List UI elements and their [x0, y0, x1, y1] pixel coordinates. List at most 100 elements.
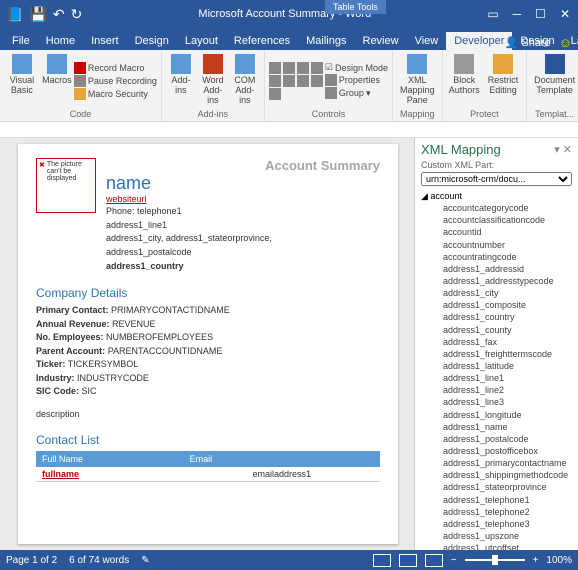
addins-button[interactable]: Add-ins: [166, 52, 196, 109]
block-authors-button[interactable]: Block Authors: [447, 52, 482, 109]
properties-button[interactable]: Properties: [325, 74, 388, 86]
title-bar: 📘 💾 ↶ ↻ Microsoft Account Summary - Word…: [0, 0, 578, 28]
xml-node[interactable]: address1_composite: [421, 299, 572, 311]
xml-node[interactable]: address1_name: [421, 421, 572, 433]
group-controls: Design Mode Properties Group ▾ Controls: [265, 50, 393, 121]
pane-close-icon[interactable]: ▾ ✕: [554, 143, 572, 156]
group-protect: Block Authors Restrict Editing Protect: [443, 50, 528, 121]
group-addins: Add-ins Word Add-ins COM Add-ins Add-ins: [162, 50, 265, 121]
undo-icon[interactable]: ↶: [53, 6, 65, 23]
xml-node[interactable]: address1_postalcode: [421, 433, 572, 445]
document-page: The picture can't be displayed Account S…: [18, 144, 398, 544]
xml-tree[interactable]: ◢ account accountcategorycodeaccountclas…: [421, 190, 572, 550]
xml-node[interactable]: accountratingcode: [421, 251, 572, 263]
xml-node[interactable]: address1_telephone2: [421, 506, 572, 518]
th-fullname: Full Name: [36, 451, 184, 467]
minimize-icon[interactable]: ─: [513, 7, 522, 21]
tab-design[interactable]: Design: [127, 32, 177, 50]
record-macro-button[interactable]: Record Macro: [74, 62, 157, 74]
xml-node[interactable]: accountnumber: [421, 239, 572, 251]
cell-email: emailaddress1: [184, 467, 380, 482]
ribbon: Visual Basic Macros Record Macro Pause R…: [0, 50, 578, 122]
zoom-slider[interactable]: [465, 559, 525, 561]
xml-node[interactable]: address1_county: [421, 324, 572, 336]
xml-node[interactable]: address1_line3: [421, 396, 572, 408]
xml-node[interactable]: address1_country: [421, 311, 572, 323]
xml-node[interactable]: address1_utcoffset: [421, 542, 572, 550]
broken-image-placeholder: The picture can't be displayed: [36, 158, 96, 213]
tab-file[interactable]: File: [4, 32, 38, 50]
tab-layout[interactable]: Layout: [177, 32, 226, 50]
restrict-editing-button[interactable]: Restrict Editing: [484, 52, 522, 109]
redo-icon[interactable]: ↻: [71, 6, 83, 23]
feedback-icon[interactable]: ☺: [559, 35, 572, 50]
xml-node[interactable]: address1_line1: [421, 372, 572, 384]
tab-view[interactable]: View: [407, 32, 447, 50]
field-name: name: [106, 173, 380, 194]
tab-developer[interactable]: Developer: [446, 32, 512, 50]
field-description: description: [36, 409, 380, 419]
view-print-icon[interactable]: [399, 554, 417, 567]
contact-table: Full NameEmail fullnameemailaddress1: [36, 451, 380, 482]
group-button[interactable]: Group ▾: [325, 87, 388, 99]
cell-fullname: fullname: [36, 467, 184, 482]
pane-title: XML Mapping: [421, 142, 501, 157]
tab-review[interactable]: Review: [355, 32, 407, 50]
xml-node[interactable]: accountid: [421, 226, 572, 238]
xml-node[interactable]: address1_upszone: [421, 530, 572, 542]
xml-node[interactable]: address1_line2: [421, 384, 572, 396]
view-read-icon[interactable]: [373, 554, 391, 567]
field-websiteurl: websiteurl: [106, 194, 380, 204]
xml-node[interactable]: address1_freighttermscode: [421, 348, 572, 360]
field-address-line2: address1_city, address1_stateorprovince,: [106, 233, 380, 245]
xml-node[interactable]: address1_postofficebox: [421, 445, 572, 457]
xml-node[interactable]: address1_primarycontactname: [421, 457, 572, 469]
word-addins-button[interactable]: Word Add-ins: [198, 52, 228, 109]
field-address-line1: address1_line1: [106, 220, 380, 232]
contextual-tab-label: Table Tools: [325, 0, 386, 14]
tab-home[interactable]: Home: [38, 32, 83, 50]
document-template-button[interactable]: Document Template: [531, 52, 578, 109]
share-button[interactable]: 👤 Share: [505, 36, 551, 49]
maximize-icon[interactable]: ☐: [535, 7, 546, 21]
xml-part-select[interactable]: urn:microsoft-crm/docu...: [421, 172, 572, 186]
heading-company-details: Company Details: [36, 286, 380, 300]
xml-node[interactable]: accountcategorycode: [421, 202, 572, 214]
xml-node[interactable]: address1_fax: [421, 336, 572, 348]
macros-button[interactable]: Macros: [42, 52, 72, 109]
word-icon: 📘: [6, 6, 23, 23]
tab-mailings[interactable]: Mailings: [298, 32, 354, 50]
xml-mapping-pane: XML Mapping▾ ✕ Custom XML Part: urn:micr…: [414, 138, 578, 550]
ribbon-options-icon[interactable]: ▭: [487, 7, 498, 21]
macro-security-button[interactable]: Macro Security: [74, 88, 157, 100]
table-row: fullnameemailaddress1: [36, 467, 380, 482]
xml-node[interactable]: address1_telephone1: [421, 494, 572, 506]
group-templates: Document Template Templat...: [527, 50, 578, 121]
tab-references[interactable]: References: [226, 32, 298, 50]
document-area[interactable]: The picture can't be displayed Account S…: [0, 138, 414, 550]
close-icon[interactable]: ✕: [560, 7, 570, 21]
xml-node[interactable]: address1_telephone3: [421, 518, 572, 530]
xml-node[interactable]: address1_longitude: [421, 409, 572, 421]
pause-recording-button[interactable]: Pause Recording: [74, 75, 157, 87]
xml-node[interactable]: address1_addressid: [421, 263, 572, 275]
heading-contact-list: Contact List: [36, 433, 380, 447]
xml-node[interactable]: address1_stateorprovince: [421, 481, 572, 493]
xml-node[interactable]: accountclassificationcode: [421, 214, 572, 226]
design-mode-button[interactable]: Design Mode: [325, 62, 388, 73]
visual-basic-button[interactable]: Visual Basic: [4, 52, 40, 109]
quick-access-toolbar: 📘 💾 ↶ ↻: [0, 6, 82, 23]
com-addins-button[interactable]: COM Add-ins: [230, 52, 260, 109]
group-code: Visual Basic Macros Record Macro Pause R…: [0, 50, 162, 121]
view-web-icon[interactable]: [425, 554, 443, 567]
xml-mapping-pane-button[interactable]: XML Mapping Pane: [397, 52, 438, 109]
xml-node[interactable]: address1_city: [421, 287, 572, 299]
tab-insert[interactable]: Insert: [83, 32, 127, 50]
save-icon[interactable]: 💾: [29, 6, 46, 23]
xml-node[interactable]: address1_latitude: [421, 360, 572, 372]
xml-node[interactable]: address1_addresstypecode: [421, 275, 572, 287]
th-email: Email: [184, 451, 380, 467]
xml-node[interactable]: address1_shippingmethodcode: [421, 469, 572, 481]
group-mapping: XML Mapping Pane Mapping: [393, 50, 443, 121]
heading-account-summary: Account Summary: [106, 158, 380, 173]
